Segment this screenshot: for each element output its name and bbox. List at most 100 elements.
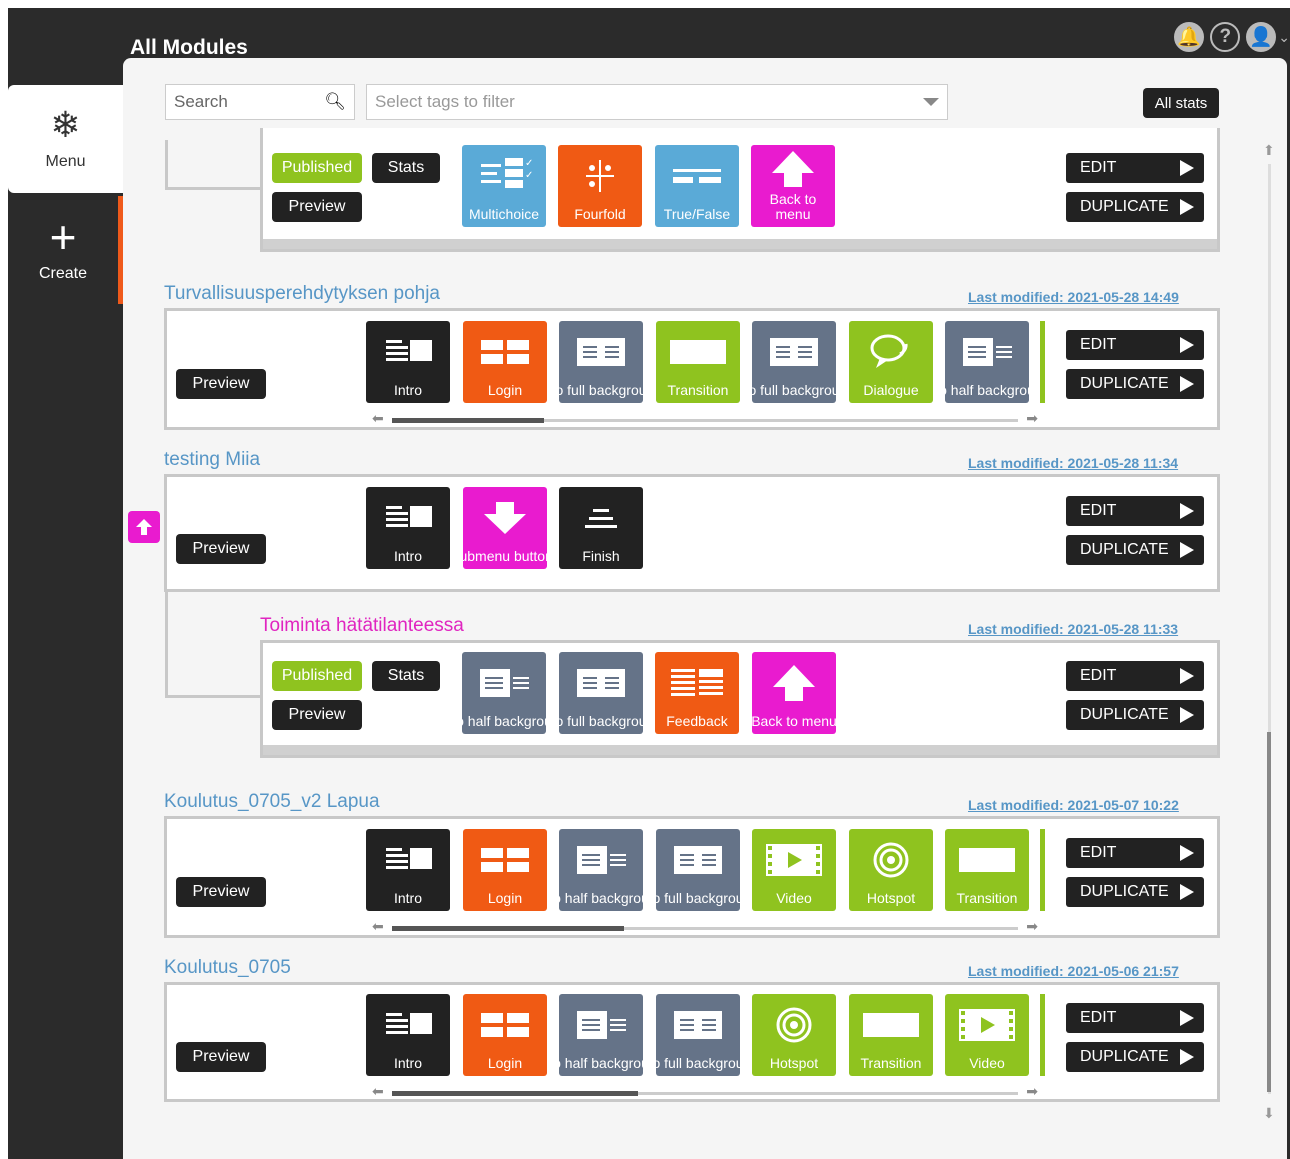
published-badge[interactable]: Published <box>272 661 362 691</box>
stats-button[interactable]: Stats <box>372 661 440 691</box>
backmenu-icon <box>752 652 836 714</box>
last-modified-link[interactable]: Last modified: 2021-05-06 21:57 <box>968 963 1179 979</box>
edit-button[interactable]: EDIT <box>1066 153 1204 183</box>
scroll-right-arrow-icon[interactable]: ➡ <box>1026 410 1038 427</box>
scroll-down-arrow-icon[interactable]: ⬇ <box>1263 1105 1275 1122</box>
scroll-thumb[interactable] <box>392 1091 638 1096</box>
slide-tile-finish[interactable]: Finish <box>559 487 643 569</box>
slide-tile-hotspot[interactable]: Hotspot <box>752 994 836 1076</box>
scroll-thumb[interactable] <box>392 418 544 423</box>
last-modified-link[interactable]: Last modified: 2021-05-28 11:33 <box>968 621 1178 637</box>
search-icon[interactable]: 🔍︎ <box>324 92 346 112</box>
last-modified-link[interactable]: Last modified: 2021-05-28 11:34 <box>968 455 1178 471</box>
slide-tile-transition[interactable]: Transition <box>656 321 740 403</box>
edit-label: EDIT <box>1080 502 1117 519</box>
edit-button[interactable]: EDIT <box>1066 661 1204 691</box>
last-modified-link[interactable]: Last modified: 2021-05-07 10:22 <box>968 797 1179 813</box>
preview-button[interactable]: Preview <box>272 192 362 222</box>
slide-tile-intro[interactable]: Intro <box>366 829 450 911</box>
slide-tile-video[interactable]: Video <box>945 994 1029 1076</box>
slide-tile-back-to-menu[interactable]: Back to menu <box>752 652 836 734</box>
user-avatar-icon[interactable]: 👤 <box>1246 22 1277 52</box>
preview-button[interactable]: Preview <box>176 534 266 564</box>
chevron-down-icon[interactable]: ⌄ <box>1278 29 1290 46</box>
preview-button[interactable]: Preview <box>272 700 362 730</box>
scroll-thumb[interactable] <box>392 926 624 931</box>
slide-tile-transition[interactable]: Transition <box>849 994 933 1076</box>
slide-tile-intro[interactable]: Intro <box>366 321 450 403</box>
duplicate-button[interactable]: DUPLICATE <box>1066 535 1204 565</box>
bell-icon[interactable]: 🔔 <box>1174 22 1205 52</box>
module-title[interactable]: Koulutus_0705 <box>164 957 291 979</box>
duplicate-button[interactable]: DUPLICATE <box>1066 192 1204 222</box>
sidebar-item-create[interactable]: + Create <box>8 196 123 304</box>
submenu-title[interactable]: Toiminta hätätilanteessa <box>260 615 464 637</box>
slide-tile-back-to-menu[interactable]: Back to menu <box>751 145 835 227</box>
scroll-up-arrow-icon[interactable]: ⬆ <box>1263 142 1275 159</box>
slide-tile-video[interactable]: Video <box>752 829 836 911</box>
edit-button[interactable]: EDIT <box>1066 330 1204 360</box>
preview-button[interactable]: Preview <box>176 369 266 399</box>
stats-button[interactable]: Stats <box>372 153 440 183</box>
duplicate-button[interactable]: DUPLICATE <box>1066 369 1204 399</box>
slide-tile-submenu-buttons[interactable]: Submenu buttons <box>463 487 547 569</box>
scroll-thumb[interactable] <box>1267 732 1271 1092</box>
intro-icon <box>366 321 450 383</box>
module-title[interactable]: Turvallisuusperehdytyksen pohja <box>164 283 440 305</box>
edit-button[interactable]: EDIT <box>1066 496 1204 526</box>
submenu-up-arrow-icon[interactable] <box>128 511 160 543</box>
tags-filter-select[interactable]: Select tags to filter <box>366 84 948 120</box>
last-modified-link[interactable]: Last modified: 2021-05-28 14:49 <box>968 289 1179 305</box>
slide-tile-true-false[interactable]: True/False <box>655 145 739 227</box>
tile-label: Back to menu <box>769 191 817 222</box>
slide-tile-hotspot[interactable]: Hotspot <box>849 829 933 911</box>
horizontal-scrollbar[interactable]: ⬅ ➡ <box>372 918 1038 934</box>
slide-tile-transition[interactable]: Transition <box>945 829 1029 911</box>
dropdown-caret-icon <box>923 98 939 106</box>
sidebar-item-menu[interactable]: ❄ Menu <box>8 85 123 193</box>
duplicate-button[interactable]: DUPLICATE <box>1066 1042 1204 1072</box>
slide-tile-info-half-background[interactable]: Info half background <box>559 829 643 911</box>
slide-tile-fourfold[interactable]: Fourfold <box>558 145 642 227</box>
scroll-right-arrow-icon[interactable]: ➡ <box>1026 1083 1038 1100</box>
scroll-right-arrow-icon[interactable]: ➡ <box>1026 918 1038 935</box>
slide-tile-login[interactable]: Login <box>463 321 547 403</box>
slide-tile-info-half-background[interactable]: Info half background <box>945 321 1029 403</box>
all-stats-button[interactable]: All stats <box>1143 88 1219 118</box>
published-badge[interactable]: Published <box>272 153 362 183</box>
scroll-left-arrow-icon[interactable]: ⬅ <box>372 918 384 935</box>
edit-button[interactable]: EDIT <box>1066 838 1204 868</box>
slide-tile-login[interactable]: Login <box>463 994 547 1076</box>
slide-tile-intro[interactable]: Intro <box>366 487 450 569</box>
slide-tile-info-half-background[interactable]: Info half background <box>559 994 643 1076</box>
horizontal-scrollbar[interactable]: ⬅ ➡ <box>372 1083 1038 1099</box>
search-input[interactable]: Search 🔍︎ <box>165 84 355 120</box>
slide-tile-info-full-background[interactable]: Info full background <box>656 994 740 1076</box>
login-icon <box>463 994 547 1056</box>
preview-button[interactable]: Preview <box>176 1042 266 1072</box>
vertical-scrollbar[interactable]: ⬆ ⬇ <box>1261 142 1277 1122</box>
horizontal-scrollbar[interactable]: ⬅ ➡ <box>372 410 1038 426</box>
scroll-left-arrow-icon[interactable]: ⬅ <box>372 1083 384 1100</box>
slide-tile-info-half-background[interactable]: Info half background <box>462 652 546 734</box>
slide-tile-feedback[interactable]: Feedback <box>655 652 739 734</box>
slide-tile-info-full-background[interactable]: Info full background <box>656 829 740 911</box>
slide-tile-login[interactable]: Login <box>463 829 547 911</box>
duplicate-button[interactable]: DUPLICATE <box>1066 700 1204 730</box>
slide-tile-info-full-background[interactable]: Info full background <box>559 321 643 403</box>
module-card <box>260 128 1220 252</box>
slide-tile-dialogue[interactable]: Dialogue <box>849 321 933 403</box>
help-icon[interactable]: ? <box>1210 22 1241 52</box>
module-title[interactable]: testing Miia <box>164 449 260 471</box>
slide-tile-info-full-background[interactable]: Info full background <box>559 652 643 734</box>
slide-tile-intro[interactable]: Intro <box>366 994 450 1076</box>
duplicate-button[interactable]: DUPLICATE <box>1066 877 1204 907</box>
slide-tile-info-full-background[interactable]: Info full background <box>752 321 836 403</box>
module-title[interactable]: Koulutus_0705_v2 Lapua <box>164 791 380 813</box>
slide-tile-multichoice[interactable]: ✓ ✓ Multichoice <box>462 145 546 227</box>
infohalf-icon <box>462 652 546 714</box>
edit-button[interactable]: EDIT <box>1066 1003 1204 1033</box>
scroll-left-arrow-icon[interactable]: ⬅ <box>372 410 384 427</box>
preview-button[interactable]: Preview <box>176 877 266 907</box>
tile-label: Intro <box>393 890 422 906</box>
